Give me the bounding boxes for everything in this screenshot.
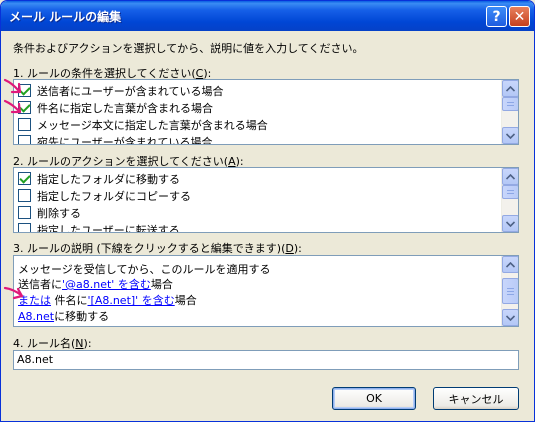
- conditions-list[interactable]: 送信者にユーザーが含まれている場合 件名に指定した言葉が含まれる場合 メッセージ…: [13, 79, 519, 145]
- scroll-thumb[interactable]: [502, 278, 518, 304]
- condition-checkbox[interactable]: [18, 118, 31, 131]
- rule-name-label: 4. ルール名(N):: [13, 337, 92, 350]
- rule-description-box[interactable]: メッセージを受信してから、このルールを適用する 送信者に'@a8.net' を含…: [13, 255, 519, 327]
- action-checkbox[interactable]: [18, 172, 31, 185]
- action-checkbox[interactable]: [18, 223, 31, 232]
- scroll-up-button[interactable]: [502, 256, 518, 273]
- scroll-down-button[interactable]: [502, 127, 518, 144]
- condition-label: 送信者にユーザーが含まれている場合: [37, 84, 224, 98]
- description-line: A8.netに移動する: [18, 310, 110, 323]
- cancel-button[interactable]: キャンセル: [433, 387, 519, 410]
- annotation-arrow-icon: [3, 286, 24, 300]
- scroll-thumb[interactable]: [502, 97, 518, 111]
- description-line: メッセージを受信してから、このルールを適用する: [18, 263, 271, 276]
- close-icon: ✕: [513, 8, 526, 25]
- subject-value-link[interactable]: '[A8.net]' を含む: [88, 294, 175, 307]
- action-checkbox[interactable]: [18, 189, 31, 202]
- action-label: 指定したフォルダにコピーする: [37, 189, 191, 203]
- scroll-thumb[interactable]: [502, 185, 518, 199]
- actions-scrollbar[interactable]: [501, 168, 518, 232]
- condition-label: メッセージ本文に指定した言葉が含まれる場合: [37, 118, 268, 132]
- annotation-arrow-icon: [3, 99, 22, 114]
- condition-checkbox[interactable]: [18, 135, 31, 144]
- window-title: メール ルールの編集: [9, 10, 122, 24]
- help-icon: ?: [492, 8, 501, 25]
- ok-button[interactable]: OK: [332, 387, 416, 410]
- scroll-up-button[interactable]: [502, 168, 518, 185]
- condition-item[interactable]: 件名に指定した言葉が含まれる場合: [18, 99, 213, 116]
- action-item[interactable]: 指定したフォルダに移動する: [18, 170, 180, 187]
- annotation-arrow-icon: [3, 78, 22, 94]
- chevron-down-icon: [506, 314, 515, 321]
- chevron-up-icon: [506, 261, 515, 268]
- instruction-text: 条件およびアクションを選択してから、説明に値を入力してください。: [13, 42, 364, 55]
- condition-item[interactable]: 宛先にユーザーが含まれている場合: [18, 133, 213, 145]
- description-line: 送信者に'@a8.net' を含む場合: [18, 278, 173, 291]
- actions-list[interactable]: 指定したフォルダに移動する 指定したフォルダにコピーする 削除する 指定したユー…: [13, 167, 519, 233]
- close-button[interactable]: ✕: [509, 6, 530, 27]
- action-label: 指定したユーザーに転送する: [37, 223, 180, 233]
- action-item[interactable]: 指定したフォルダにコピーする: [18, 187, 191, 204]
- action-label: 削除する: [37, 206, 81, 220]
- action-checkbox[interactable]: [18, 206, 31, 219]
- chevron-down-icon: [506, 132, 515, 139]
- condition-item[interactable]: 送信者にユーザーが含まれている場合: [18, 82, 223, 99]
- scroll-down-button[interactable]: [502, 215, 518, 232]
- help-button[interactable]: ?: [486, 6, 507, 27]
- condition-label: 件名に指定した言葉が含まれる場合: [37, 101, 213, 115]
- action-item[interactable]: 指定したユーザーに転送する: [18, 221, 180, 233]
- description-label: 3. ルールの説明 (下線をクリックすると編集できます)(D):: [13, 242, 302, 255]
- action-item[interactable]: 削除する: [18, 204, 81, 221]
- folder-link[interactable]: A8.net: [18, 310, 54, 323]
- scroll-up-button[interactable]: [502, 80, 518, 97]
- condition-label: 宛先にユーザーが含まれている場合: [37, 135, 213, 145]
- chevron-up-icon: [506, 173, 515, 180]
- description-scrollbar[interactable]: [501, 256, 518, 326]
- action-label: 指定したフォルダに移動する: [37, 172, 180, 186]
- description-line: または 件名に'[A8.net]' を含む場合: [18, 294, 197, 307]
- chevron-down-icon: [506, 220, 515, 227]
- conditions-scrollbar[interactable]: [501, 80, 518, 144]
- chevron-up-icon: [506, 85, 515, 92]
- sender-value-link[interactable]: '@a8.net' を含む: [62, 278, 151, 291]
- edit-mail-rule-dialog: メール ルールの編集 ? ✕ 条件およびアクションを選択してから、説明に値を入力…: [0, 0, 535, 422]
- title-bar[interactable]: メール ルールの編集 ? ✕: [1, 1, 534, 31]
- condition-item[interactable]: メッセージ本文に指定した言葉が含まれる場合: [18, 116, 268, 133]
- rule-name-input[interactable]: A8.net: [13, 350, 519, 370]
- scroll-down-button[interactable]: [502, 309, 518, 326]
